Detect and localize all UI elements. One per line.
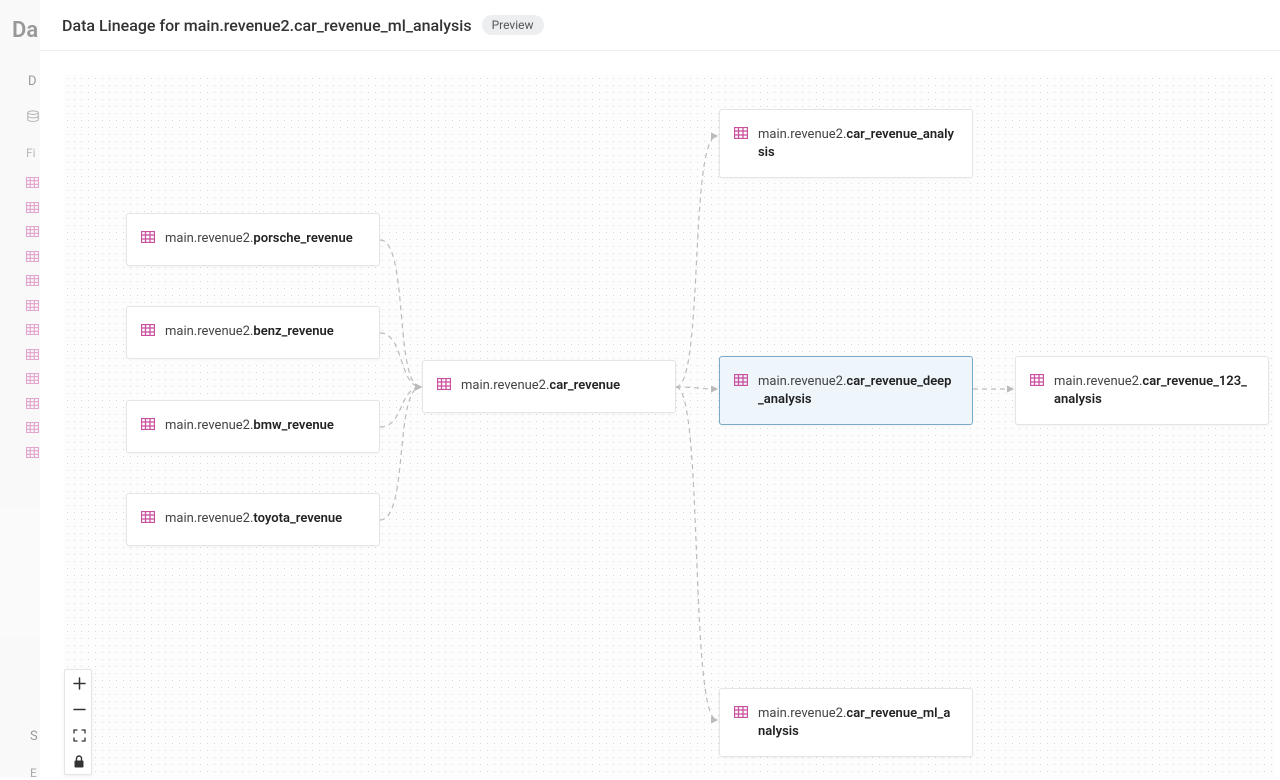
lineage-panel: Data Lineage for main.revenue2.car_reven… bbox=[40, 0, 1280, 777]
background-tab: D bbox=[28, 74, 37, 89]
lineage-node-car-revenue-analysis[interactable]: main.revenue2.car_revenue_analysis bbox=[719, 109, 973, 178]
fit-view-button[interactable] bbox=[65, 722, 93, 748]
background-filter-text: Fi bbox=[26, 146, 36, 160]
minus-icon bbox=[73, 703, 86, 716]
background-bottom-text-2: E bbox=[30, 766, 37, 780]
node-label: main.revenue2.porsche_revenue bbox=[165, 230, 353, 248]
background-bottom-text-1: S bbox=[30, 729, 38, 744]
background-page-title: Da bbox=[12, 18, 38, 43]
table-icon bbox=[1030, 374, 1044, 392]
fullscreen-icon bbox=[73, 729, 86, 742]
node-label: main.revenue2.car_revenue_analysis bbox=[758, 126, 954, 161]
lineage-canvas[interactable]: main.revenue2.porsche_revenue main.reven… bbox=[64, 75, 1275, 777]
table-icon bbox=[141, 418, 155, 436]
node-label: main.revenue2.car_revenue bbox=[461, 377, 620, 395]
node-label: main.revenue2.car_revenue_ml_analysis bbox=[758, 705, 954, 740]
zoom-controls bbox=[64, 669, 92, 775]
lineage-node-bmw-revenue[interactable]: main.revenue2.bmw_revenue bbox=[126, 400, 380, 453]
lineage-node-benz-revenue[interactable]: main.revenue2.benz_revenue bbox=[126, 306, 380, 359]
table-icon bbox=[734, 706, 748, 724]
table-icon bbox=[141, 324, 155, 342]
lineage-node-car-revenue-ml-analysis[interactable]: main.revenue2.car_revenue_ml_analysis bbox=[719, 688, 973, 757]
table-icon bbox=[734, 374, 748, 392]
zoom-in-button[interactable] bbox=[65, 670, 93, 696]
lock-button[interactable] bbox=[65, 748, 93, 774]
lineage-node-car-revenue-deep-analysis[interactable]: main.revenue2.car_revenue_deep_analysis bbox=[719, 356, 973, 425]
background-overlay: Da D Fi S E bbox=[0, 0, 40, 777]
node-label: main.revenue2.car_revenue_deep_analysis bbox=[758, 373, 954, 408]
table-icon bbox=[437, 378, 451, 396]
plus-icon bbox=[73, 677, 86, 690]
lineage-node-car-revenue[interactable]: main.revenue2.car_revenue bbox=[422, 360, 676, 413]
table-icon bbox=[734, 127, 748, 145]
table-icon bbox=[141, 231, 155, 249]
background-db-icon bbox=[26, 110, 40, 150]
background-table-list bbox=[26, 177, 40, 471]
preview-badge: Preview bbox=[482, 15, 544, 35]
table-icon bbox=[141, 511, 155, 529]
node-label: main.revenue2.benz_revenue bbox=[165, 323, 334, 341]
zoom-out-button[interactable] bbox=[65, 696, 93, 722]
node-label: main.revenue2.car_revenue_123_analysis bbox=[1054, 373, 1250, 408]
panel-title: Data Lineage for main.revenue2.car_reven… bbox=[62, 16, 472, 35]
lineage-node-porsche-revenue[interactable]: main.revenue2.porsche_revenue bbox=[126, 213, 380, 266]
lock-icon bbox=[73, 755, 85, 768]
panel-header: Data Lineage for main.revenue2.car_reven… bbox=[40, 0, 1280, 51]
node-label: main.revenue2.toyota_revenue bbox=[165, 510, 342, 528]
node-label: main.revenue2.bmw_revenue bbox=[165, 417, 334, 435]
lineage-node-toyota-revenue[interactable]: main.revenue2.toyota_revenue bbox=[126, 493, 380, 546]
lineage-node-car-revenue-123-analysis[interactable]: main.revenue2.car_revenue_123_analysis bbox=[1015, 356, 1269, 425]
